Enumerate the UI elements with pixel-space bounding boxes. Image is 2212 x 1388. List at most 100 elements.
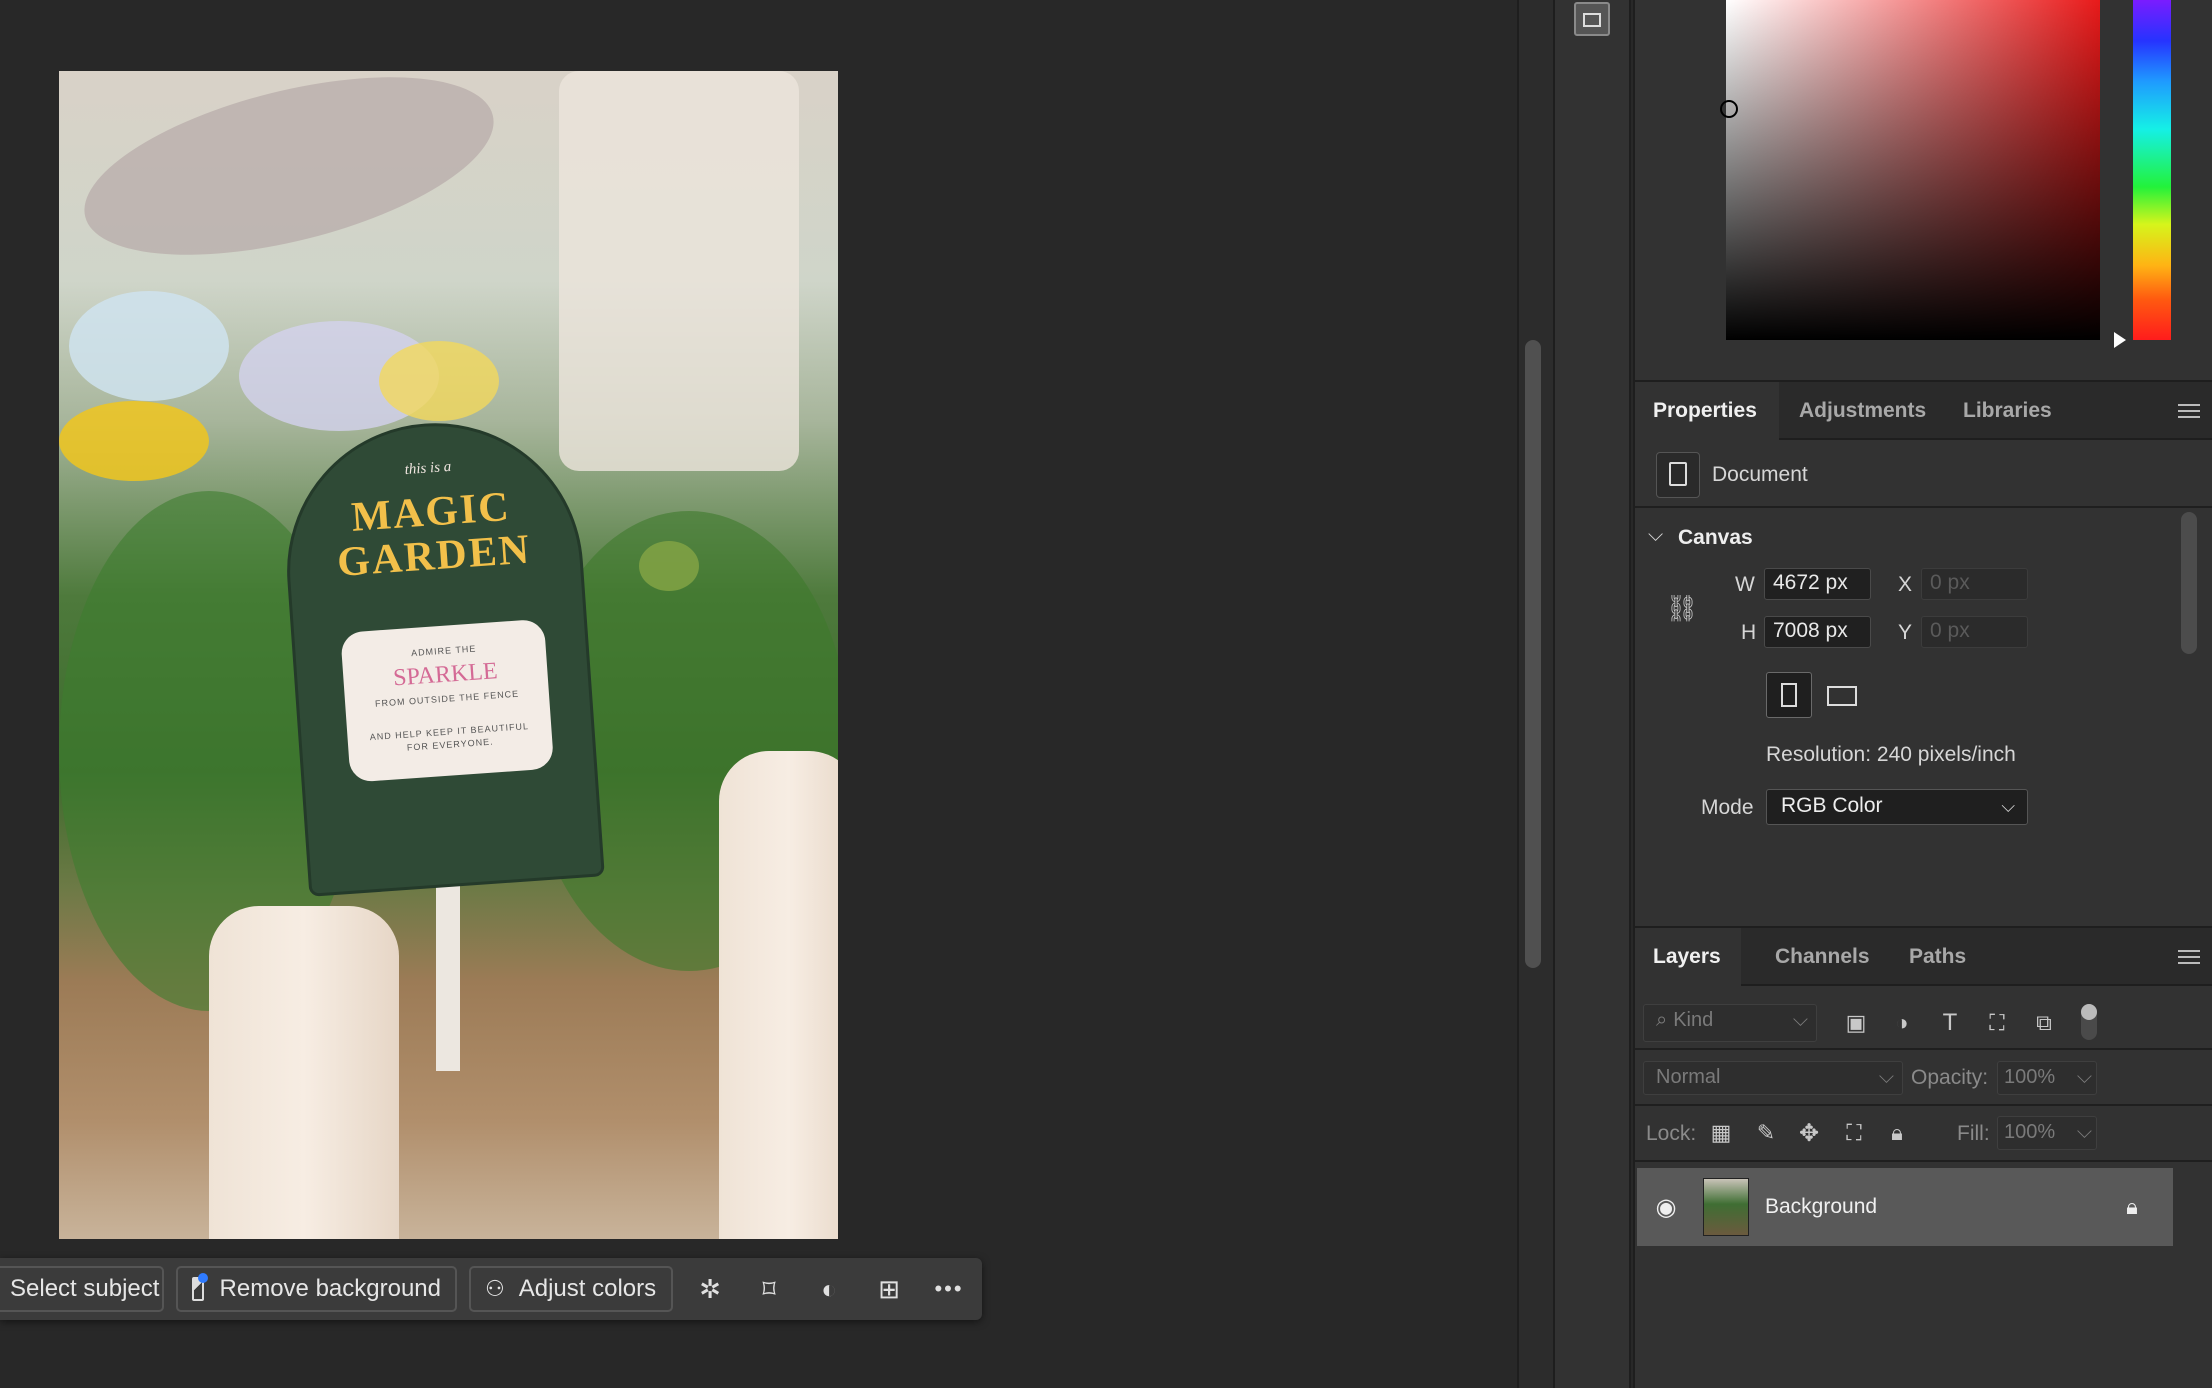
transform-icon[interactable]: ⌑ <box>752 1272 786 1306</box>
more-icon[interactable]: ••• <box>932 1272 966 1306</box>
y-field: 0 px <box>1921 616 2028 648</box>
tab-properties[interactable]: Properties <box>1635 382 1779 440</box>
yellow-flower <box>59 401 209 481</box>
layer-row-background[interactable]: ◉ Background 🔒︎ <box>1637 1168 2173 1246</box>
garden-sign: this is a MAGIC GARDEN ADMIRE THE SPARKL… <box>277 413 605 897</box>
document-icon <box>1656 452 1700 498</box>
filter-kind-label: Kind <box>1673 1009 1714 1031</box>
landscape-icon <box>1827 686 1857 706</box>
filter-toggle-knob <box>2081 1004 2097 1020</box>
resolution-text: Resolution: 240 pixels/inch <box>1766 743 2016 766</box>
layer-name[interactable]: Background <box>1765 1195 1877 1219</box>
paper-flower <box>69 291 229 401</box>
lock-label: Lock: <box>1646 1122 1697 1145</box>
height-field[interactable]: 7008 px <box>1764 616 1871 648</box>
color-field[interactable] <box>1726 0 2100 340</box>
divider <box>1635 1104 2212 1106</box>
fence-post-right <box>719 751 838 1239</box>
fill-label: Fill: <box>1957 1122 1990 1145</box>
hue-slider-handle[interactable] <box>2114 332 2126 348</box>
width-label: W <box>1735 573 1755 596</box>
lock-transparent-icon[interactable]: ▦ <box>1706 1118 1736 1148</box>
chevron-down-icon: ⌵ <box>1878 1066 1894 1088</box>
lock-icon: 🔒︎ <box>2126 1194 2138 1219</box>
background-wall <box>559 71 799 471</box>
chevron-down-icon: ⌵ <box>1792 1009 1808 1031</box>
divider <box>1635 506 2212 508</box>
pixel-layer-filter-icon[interactable]: ▣ <box>1841 1008 1871 1038</box>
panel-menu-icon[interactable] <box>2178 404 2200 418</box>
select-subject-label: Select subject <box>10 1275 160 1302</box>
fence-post-left <box>209 906 399 1239</box>
blend-mode-select[interactable]: Normal ⌵ <box>1643 1061 1903 1095</box>
fill-value: 100% <box>2004 1121 2056 1143</box>
type-layer-filter-icon[interactable]: T <box>1935 1008 1965 1038</box>
opacity-label: Opacity: <box>1911 1066 1989 1089</box>
fill-field[interactable]: 100% ⌵ <box>1997 1116 2097 1150</box>
width-field[interactable]: 4672 px <box>1764 568 1871 600</box>
remove-background-icon <box>192 1273 208 1301</box>
mode-select[interactable]: RGB Color ⌵ <box>1766 789 2028 825</box>
panel-dock <box>1553 0 1631 1388</box>
sign-plate: ADMIRE THE SPARKLE FROM OUTSIDE THE FENC… <box>340 618 555 783</box>
document-glyph <box>1669 462 1687 486</box>
divider <box>1635 1048 2212 1050</box>
mode-label: Mode <box>1701 796 1754 819</box>
sign-stake <box>436 871 460 1071</box>
filter-toggle[interactable] <box>2081 1004 2097 1040</box>
eye-icon[interactable]: ◉ <box>1649 1192 1683 1222</box>
landscape-orientation-button[interactable] <box>1824 678 1860 714</box>
tab-paths[interactable]: Paths <box>1891 928 1984 986</box>
tab-adjustments[interactable]: Adjustments <box>1781 382 1944 440</box>
tab-channels[interactable]: Channels <box>1757 928 1888 986</box>
hue-slider[interactable] <box>2133 0 2171 340</box>
layers-menu-icon[interactable] <box>2178 950 2200 964</box>
paper-flower <box>379 341 499 421</box>
canvas-section-title[interactable]: Canvas <box>1678 526 1753 550</box>
opacity-field[interactable]: 100% ⌵ <box>1997 1061 2097 1095</box>
portrait-orientation-button[interactable] <box>1766 672 1812 718</box>
shape-layer-filter-icon[interactable]: ⛶ <box>1982 1008 2012 1038</box>
select-subject-button[interactable]: Select subject <box>0 1266 164 1312</box>
properties-tabbar: Properties Adjustments Libraries <box>1635 380 2212 440</box>
lock-position-icon[interactable]: ✥ <box>1794 1118 1824 1148</box>
tab-layers[interactable]: Layers <box>1635 928 1741 986</box>
generative-fill-icon[interactable]: ⊞ <box>872 1272 906 1306</box>
chevron-down-icon: ⌵ <box>2076 1066 2092 1088</box>
chevron-down-icon: ⌵ <box>2001 796 2015 816</box>
contrast-icon[interactable]: ◐ <box>812 1272 846 1306</box>
contextual-task-bar: Select subject Remove background ⚇ Adjus… <box>0 1258 982 1320</box>
remove-background-label: Remove background <box>219 1275 441 1302</box>
dock-panel-icon[interactable] <box>1574 2 1610 36</box>
opacity-value: 100% <box>2004 1066 2056 1088</box>
sign-title: MAGIC GARDEN <box>285 480 580 588</box>
remove-background-button[interactable]: Remove background <box>176 1266 457 1312</box>
adjust-colors-button[interactable]: ⚇ Adjust colors <box>469 1266 673 1312</box>
lock-all-icon[interactable]: 🔒︎ <box>1882 1118 1912 1148</box>
lock-paint-icon[interactable]: ✎ <box>1751 1118 1781 1148</box>
layer-filter-select[interactable]: ⌕ Kind ⌵ <box>1643 1004 1817 1042</box>
lock-artboard-icon[interactable]: ⛶ <box>1839 1118 1869 1148</box>
panel-icon-shape <box>1583 13 1601 27</box>
canvas-scrollbar-thumb[interactable] <box>1525 340 1541 968</box>
adjustment-layer-filter-icon[interactable]: ◑ <box>1887 1008 1917 1038</box>
document-image[interactable]: this is a MAGIC GARDEN ADMIRE THE SPARKL… <box>59 71 838 1239</box>
smart-object-filter-icon[interactable]: ⧉ <box>2029 1008 2059 1038</box>
color-picker-cursor[interactable] <box>1720 100 1738 118</box>
sign-plate-line4: AND HELP KEEP IT BEAUTIFUL FOR EVERYONE. <box>369 721 530 753</box>
sign-line1: this is a <box>404 458 452 479</box>
chevron-down-icon[interactable]: ⌵ <box>1648 524 1663 547</box>
properties-scrollbar[interactable] <box>2181 512 2197 654</box>
magic-select-icon[interactable]: ✲ <box>693 1272 727 1306</box>
adjust-colors-label: Adjust colors <box>518 1275 657 1302</box>
search-icon: ⌕ <box>1656 1009 1668 1031</box>
x-label: X <box>1898 573 1913 596</box>
link-icon[interactable]: ⛓ <box>1666 590 1699 626</box>
y-label: Y <box>1898 621 1913 644</box>
x-field: 0 px <box>1921 568 2028 600</box>
chevron-down-icon: ⌵ <box>2076 1121 2092 1143</box>
adjust-colors-icon: ⚇ <box>485 1276 505 1301</box>
tab-libraries[interactable]: Libraries <box>1945 382 2070 440</box>
divider <box>1635 1160 2212 1162</box>
layer-thumbnail <box>1703 1178 1749 1236</box>
